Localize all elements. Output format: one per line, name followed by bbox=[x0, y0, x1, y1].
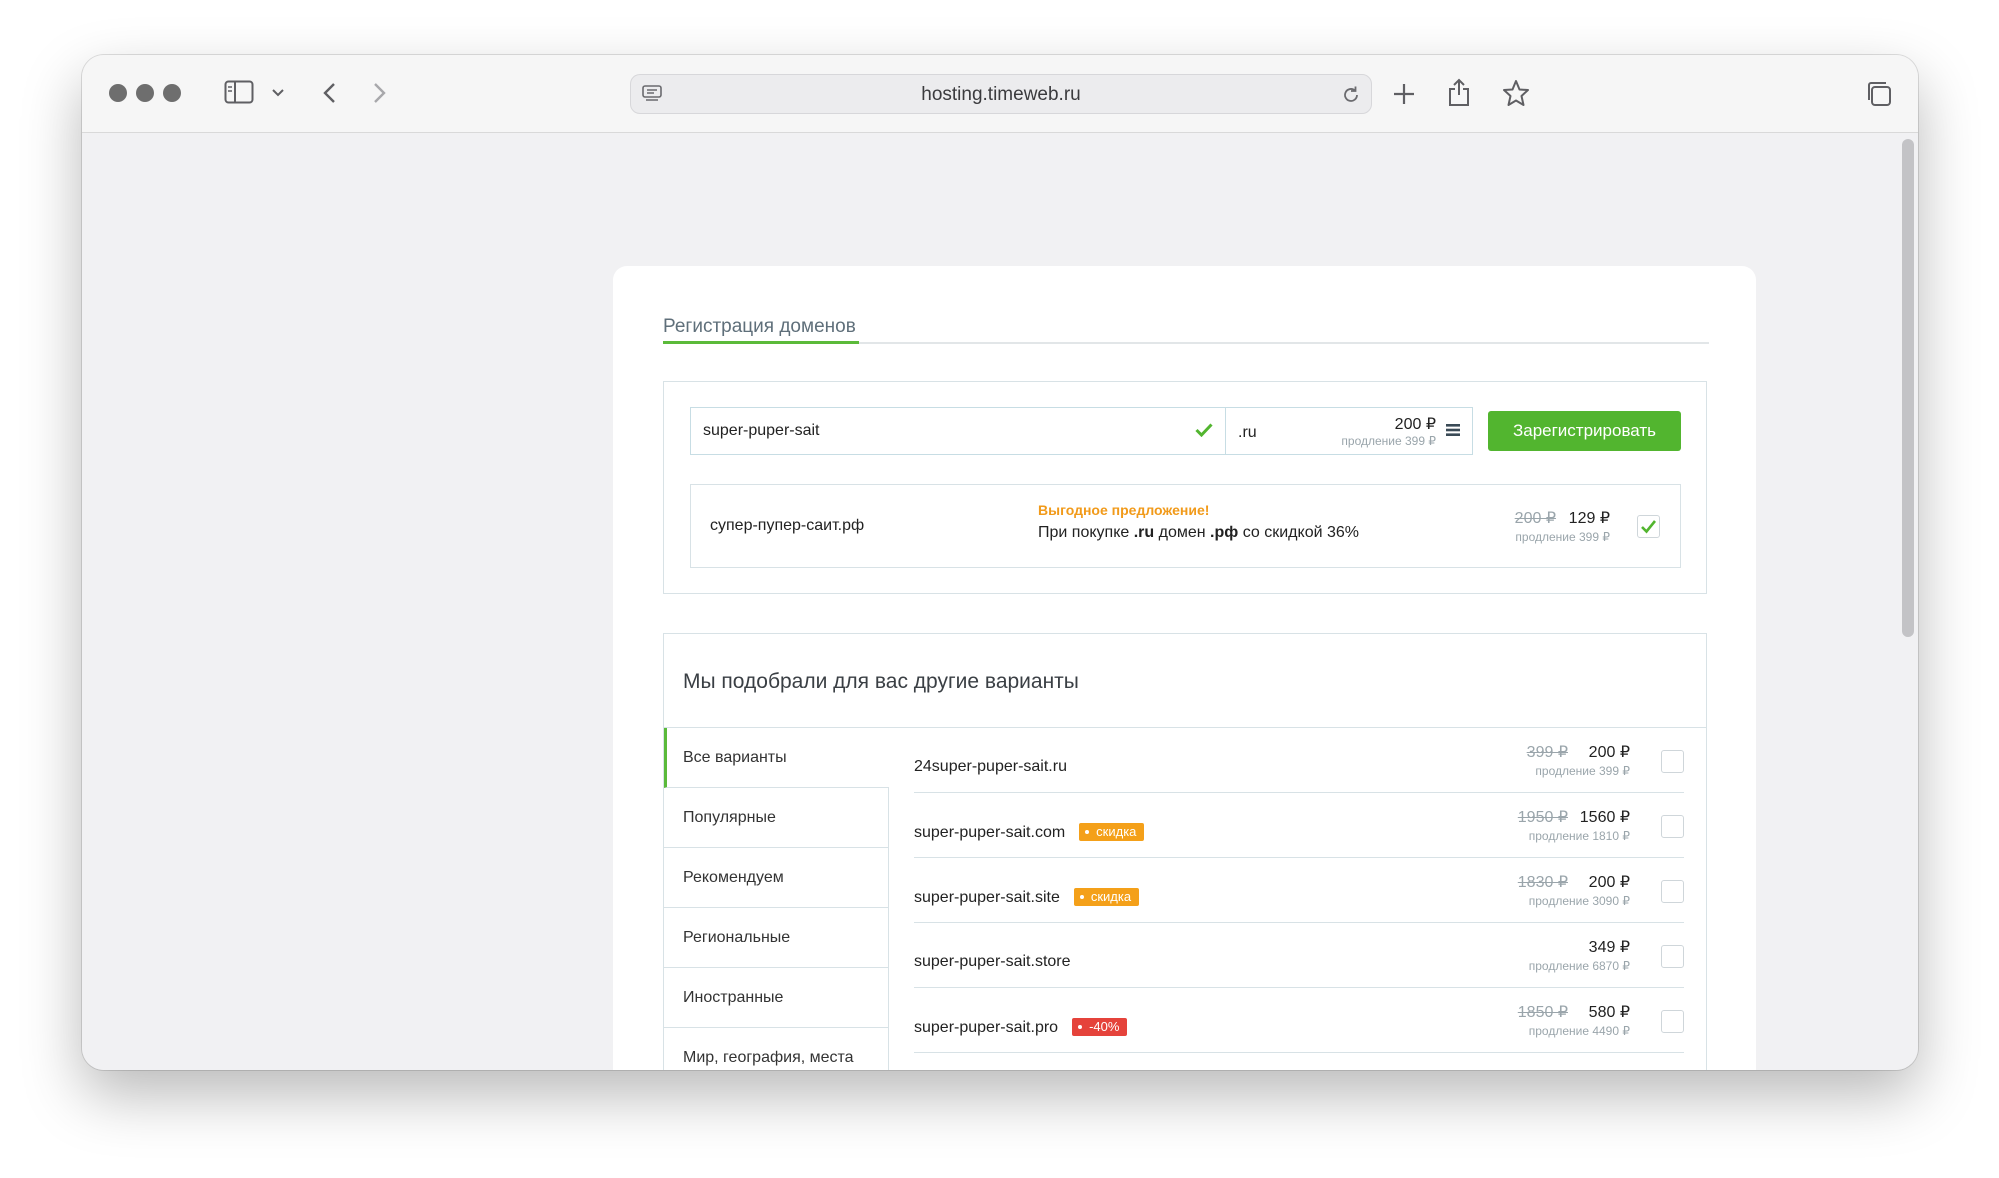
new-price: 200 ₽ bbox=[1588, 874, 1630, 891]
domain-checkbox[interactable] bbox=[1661, 1010, 1684, 1033]
renewal-price: продление 3090 ₽ bbox=[1528, 894, 1630, 908]
domain-variant-list: 24super-puper-sait.ru 399 ₽ 200 ₽ продле… bbox=[914, 728, 1684, 1053]
domain-row[interactable]: 24super-puper-sait.ru 399 ₽ 200 ₽ продле… bbox=[914, 728, 1684, 793]
variants-heading: Мы подобрали для вас другие варианты bbox=[683, 670, 1079, 693]
category-popular[interactable]: Популярные bbox=[664, 788, 889, 848]
domain-checkbox[interactable] bbox=[1661, 945, 1684, 968]
renewal-price: продление 1810 ₽ bbox=[1528, 829, 1630, 843]
renewal-price: продление 6870 ₽ bbox=[1528, 959, 1630, 973]
domain-name: super-puper-sait.com скидка bbox=[914, 823, 1145, 842]
domain-search-box: super-puper-sait .ru 200 ₽ продление 399… bbox=[663, 381, 1707, 594]
zone-value: .ru bbox=[1238, 424, 1257, 441]
new-price: 349 ₽ bbox=[1588, 939, 1630, 956]
old-price: 1850 ₽ bbox=[1517, 1004, 1568, 1021]
domain-checkbox[interactable] bbox=[1661, 750, 1684, 773]
offer-description: При покупке .ru домен .рф со скидкой 36% bbox=[1038, 524, 1359, 541]
new-price: 200 ₽ bbox=[1588, 744, 1630, 761]
tab-domain-registration[interactable]: Регистрация доменов bbox=[663, 316, 859, 344]
offer-old-price: 200 ₽ bbox=[1514, 510, 1556, 527]
reload-icon[interactable] bbox=[1341, 85, 1361, 110]
tab-overview-icon[interactable] bbox=[1865, 80, 1893, 108]
address-url[interactable]: hosting.timeweb.ru bbox=[631, 84, 1371, 106]
renewal-price: продление 4490 ₽ bbox=[1528, 1024, 1630, 1038]
new-price: 580 ₽ bbox=[1588, 1004, 1630, 1021]
domain-row[interactable]: super-puper-sait.com скидка 1950 ₽ 1560 ₽… bbox=[914, 793, 1684, 858]
category-regional[interactable]: Региональные bbox=[664, 908, 889, 968]
offer-checkbox[interactable] bbox=[1637, 515, 1660, 538]
special-offer: супер-пупер-саит.рф Выгодное предложение… bbox=[690, 484, 1681, 568]
checkmark-icon bbox=[1641, 520, 1657, 534]
old-price: 1830 ₽ bbox=[1517, 874, 1568, 891]
discount-badge: -40% bbox=[1072, 1018, 1128, 1036]
tabs-bar: Регистрация доменов bbox=[663, 316, 1709, 344]
other-variants: Мы подобрали для вас другие варианты Все… bbox=[663, 633, 1707, 1070]
old-price: 399 ₽ bbox=[1526, 744, 1568, 761]
browser-window: hosting.timeweb.ru Регистрация доменов s… bbox=[82, 55, 1918, 1070]
domain-checkbox[interactable] bbox=[1661, 815, 1684, 838]
page-viewport: Регистрация доменов super-puper-sait .ru… bbox=[82, 133, 1918, 1070]
offer-new-price: 129 ₽ bbox=[1568, 510, 1610, 527]
category-foreign[interactable]: Иностранные bbox=[664, 968, 889, 1028]
offer-domain: супер-пупер-саит.рф bbox=[710, 517, 865, 534]
new-tab-icon[interactable] bbox=[1392, 82, 1416, 106]
domain-row[interactable]: super-puper-sait.site скидка 1830 ₽ 200 ₽… bbox=[914, 858, 1684, 923]
checkmark-icon bbox=[1195, 423, 1213, 442]
scrollbar-thumb[interactable] bbox=[1902, 139, 1914, 637]
sidebar-toggle-icon[interactable] bbox=[224, 80, 254, 104]
bookmark-star-icon[interactable] bbox=[1502, 79, 1530, 107]
domain-name: super-puper-sait.store bbox=[914, 953, 1071, 970]
domain-name-value: super-puper-sait bbox=[703, 422, 820, 439]
new-price: 1560 ₽ bbox=[1579, 809, 1630, 826]
domain-row[interactable]: super-puper-sait.pro -40% 1850 ₽ 580 ₽ пр… bbox=[914, 988, 1684, 1053]
zone-select[interactable]: .ru 200 ₽ продление 399 ₽ bbox=[1225, 407, 1473, 455]
old-price: 1950 ₽ bbox=[1517, 809, 1568, 826]
window-zoom-button[interactable] bbox=[163, 84, 181, 102]
domain-name: super-puper-sait.site скидка bbox=[914, 888, 1140, 907]
chevron-down-icon[interactable] bbox=[272, 89, 284, 97]
window-close-button[interactable] bbox=[109, 84, 127, 102]
variants-header: Мы подобрали для вас другие варианты bbox=[664, 634, 1706, 728]
share-icon[interactable] bbox=[1447, 77, 1471, 107]
address-bar[interactable]: hosting.timeweb.ru bbox=[630, 74, 1372, 114]
category-recommended[interactable]: Рекомендуем bbox=[664, 848, 889, 908]
window-minimize-button[interactable] bbox=[136, 84, 154, 102]
renewal-price: продление 399 ₽ bbox=[1535, 764, 1630, 778]
domain-name: super-puper-sait.pro -40% bbox=[914, 1018, 1128, 1037]
offer-title: Выгодное предложение! bbox=[1038, 502, 1210, 518]
category-list: Все варианты Популярные Рекомендуем Реги… bbox=[664, 728, 889, 1070]
discount-badge: скидка bbox=[1079, 823, 1145, 841]
menu-icon[interactable] bbox=[1445, 423, 1461, 442]
category-all[interactable]: Все варианты bbox=[664, 728, 889, 788]
discount-badge: скидка bbox=[1073, 888, 1140, 906]
domain-registration-card: Регистрация доменов super-puper-sait .ru… bbox=[613, 266, 1756, 1070]
domain-row[interactable]: super-puper-sait.store 349 ₽ продление 6… bbox=[914, 923, 1684, 988]
domain-name-input[interactable]: super-puper-sait bbox=[690, 407, 1225, 455]
register-button[interactable]: Зарегистрировать bbox=[1488, 411, 1681, 451]
zone-renewal: продление 399 ₽ bbox=[1341, 434, 1436, 448]
offer-renewal: продление 399 ₽ bbox=[1515, 530, 1610, 544]
browser-toolbar: hosting.timeweb.ru bbox=[82, 55, 1918, 133]
back-icon[interactable] bbox=[322, 82, 336, 104]
domain-checkbox[interactable] bbox=[1661, 880, 1684, 903]
forward-icon[interactable] bbox=[373, 82, 387, 104]
domain-name: 24super-puper-sait.ru bbox=[914, 758, 1067, 775]
category-world-geography[interactable]: Мир, география, места bbox=[664, 1028, 889, 1070]
zone-price: 200 ₽ bbox=[1394, 416, 1436, 433]
